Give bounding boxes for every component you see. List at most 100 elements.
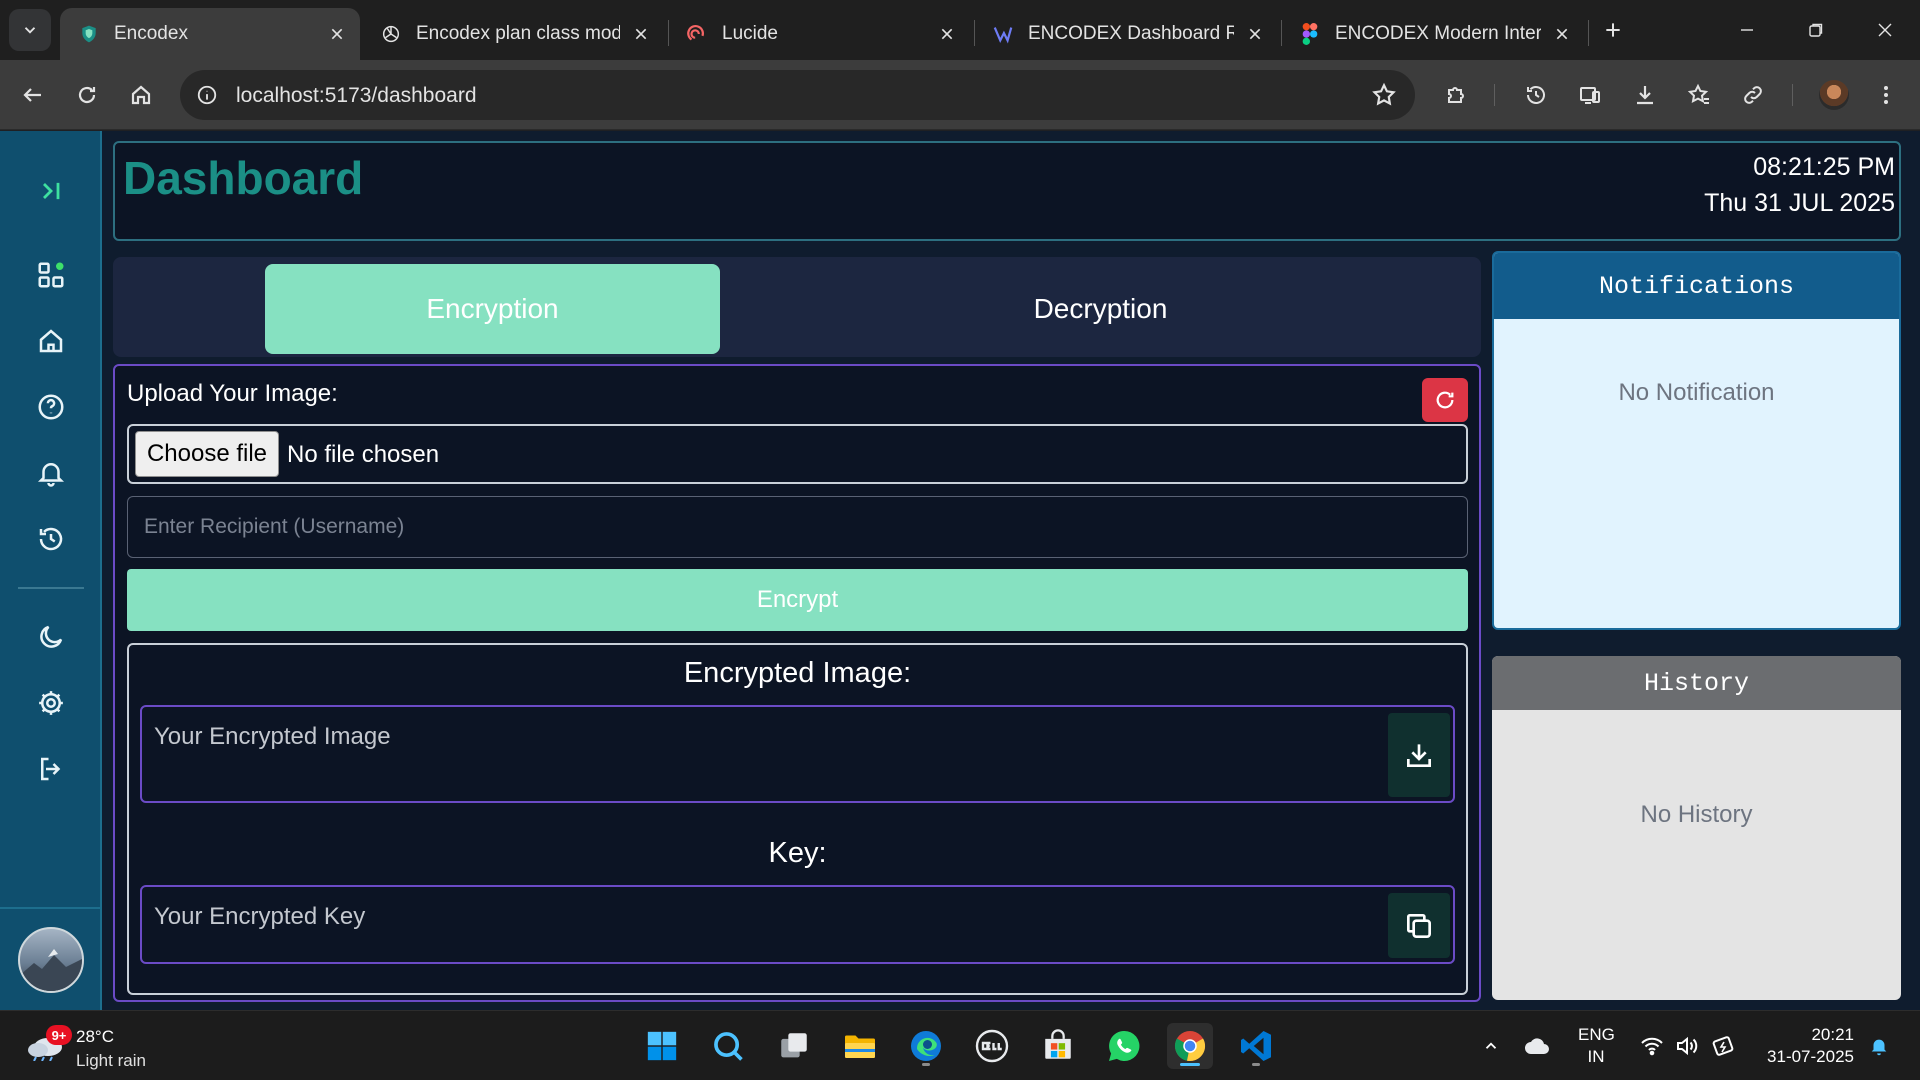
onedrive-icon[interactable] [1524,1033,1550,1059]
url-text: localhost:5173/dashboard [236,84,477,107]
vscode-button[interactable] [1233,1023,1279,1069]
encrypted-image-output[interactable]: Your Encrypted Image [140,705,1455,803]
language-indicator[interactable]: ENG IN [1578,1024,1615,1068]
copy-link-button[interactable] [1735,77,1771,113]
history-card: History No History [1492,656,1901,1000]
moon-icon[interactable] [35,621,67,653]
browser-tab-dashboard-ref[interactable]: ENCODEX Dashboard Re [974,8,1278,60]
vscode-icon [1241,1031,1271,1061]
menu-button[interactable] [1868,77,1904,113]
help-icon[interactable] [35,391,67,423]
edge-button[interactable] [903,1023,949,1069]
file-input[interactable]: Choose file No file chosen [127,424,1468,484]
link-icon [1744,86,1762,104]
chrome-button[interactable] [1167,1023,1213,1069]
new-tab-button[interactable] [1598,15,1628,45]
bell-icon[interactable] [35,457,67,489]
toolbar-separator [1792,84,1793,106]
copy-key-button[interactable] [1388,893,1450,958]
home-icon[interactable] [35,325,67,357]
battery-icon[interactable] [1710,1033,1736,1059]
taskbar-clock[interactable]: 20:21 31-07-2025 [1758,1024,1854,1068]
user-avatar[interactable] [18,927,84,993]
devices-button[interactable] [1572,77,1608,113]
tab-title: Lucide [722,23,778,44]
choose-file-button[interactable]: Choose file [135,431,279,477]
store-button[interactable] [1035,1023,1081,1069]
address-bar[interactable]: localhost:5173/dashboard [180,70,1415,120]
search-button[interactable] [705,1023,751,1069]
taskbar-time: 20:21 [1811,1025,1854,1044]
close-icon[interactable] [628,21,654,47]
whatsapp-button[interactable] [1101,1023,1147,1069]
file-explorer-button[interactable] [837,1023,883,1069]
browser-tab-chatgpt[interactable]: Encodex plan class mode [362,8,664,60]
downloads-button[interactable] [1627,77,1663,113]
notification-bell-icon[interactable] [1866,1033,1892,1059]
app-root: Dashboard 08:21:25 PM Thu 31 JUL 2025 En… [0,131,1920,1010]
home-icon [131,85,151,105]
tab-title: ENCODEX Dashboard Re [1028,23,1234,44]
tab-decryption[interactable]: Decryption [873,264,1328,354]
openai-icon [380,23,402,45]
start-button[interactable] [639,1023,685,1069]
close-window-button[interactable] [1862,12,1908,48]
close-icon[interactable] [324,21,350,47]
tab-encryption[interactable]: Encryption [265,264,720,354]
dell-button[interactable] [969,1023,1015,1069]
logout-icon[interactable] [35,753,67,785]
close-icon[interactable] [934,21,960,47]
key-heading: Key: [768,837,827,869]
chevron-down-icon [24,27,36,34]
download-button[interactable] [1388,713,1450,797]
chevron-up-icon[interactable] [1478,1033,1504,1059]
history-button[interactable] [1518,77,1554,113]
favorites-button[interactable] [1681,77,1717,113]
download-icon [1407,744,1431,767]
tab-search-button[interactable] [9,9,51,51]
close-icon[interactable] [1549,21,1575,47]
copy-icon [1407,913,1431,938]
history-icon[interactable] [35,523,67,555]
browser-tab-lucide[interactable]: Lucide [668,8,970,60]
profile-avatar[interactable] [1819,80,1849,110]
close-icon[interactable] [1242,21,1268,47]
browser-tab-encodex[interactable]: Encodex [60,8,360,60]
minimize-button[interactable] [1724,12,1770,48]
reload-icon [78,86,96,104]
tab-title: Encodex plan class mode [416,23,620,44]
figma-icon [1299,23,1321,45]
browser-tab-figma[interactable]: ENCODEX Modern Interf [1281,8,1585,60]
weather-widget[interactable]: 9+ 28°C Light rain [26,1023,226,1071]
volume-icon[interactable] [1674,1033,1700,1059]
bookmark-star-icon[interactable] [1371,82,1397,108]
upload-label: Upload Your Image: [127,380,338,407]
mode-tabs: Encryption Decryption [113,257,1481,357]
taskbar-date: 31-07-2025 [1767,1047,1854,1066]
arrow-left-icon [23,88,41,102]
weather-condition: Light rain [76,1051,146,1070]
encrypted-image-heading: Encrypted Image: [683,657,912,689]
encryption-panel: Upload Your Image: Choose file No file c… [113,364,1481,1002]
back-button[interactable] [15,77,51,113]
encrypt-button[interactable]: Encrypt [127,569,1468,631]
history-empty: No History [1640,801,1753,828]
home-button[interactable] [123,77,159,113]
recipient-input[interactable] [127,496,1468,558]
site-info-icon[interactable] [194,82,220,108]
clock-date: Thu 31 JUL 2025 [1704,189,1895,217]
extensions-button[interactable] [1438,77,1474,113]
reload-button[interactable] [69,77,105,113]
wifi-icon[interactable] [1639,1033,1665,1059]
notifications-card: Notifications No Notification [1492,251,1901,630]
encrypted-key-output[interactable]: Your Encrypted Key [140,885,1455,964]
store-icon [1045,1029,1071,1059]
reset-button[interactable] [1422,378,1468,422]
weather-temp: 28°C [76,1027,114,1046]
task-view-button[interactable] [771,1023,817,1069]
restore-button[interactable] [1793,12,1839,48]
dashboard-icon[interactable] [35,259,67,291]
expand-sidebar-icon[interactable] [35,175,67,207]
gear-icon[interactable] [35,687,67,719]
puzzle-icon [1448,87,1464,103]
